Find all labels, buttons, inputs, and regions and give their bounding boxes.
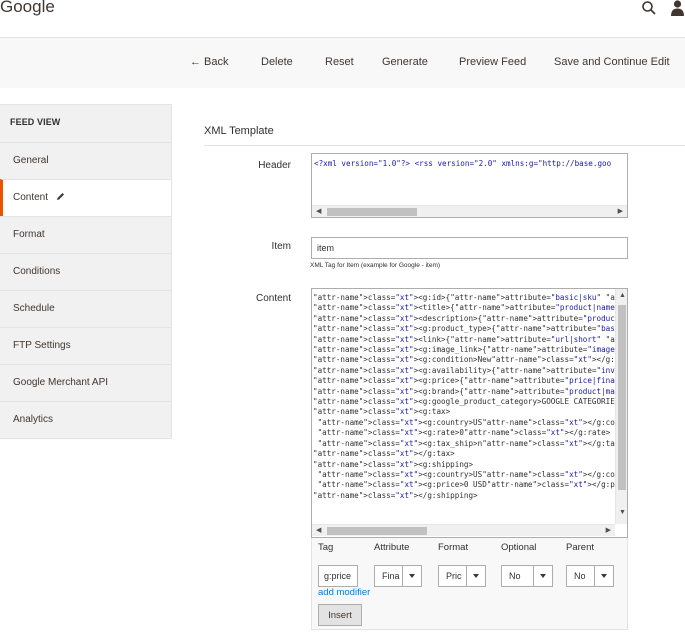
code-line: "attr-name">class="xt"><g:tax_ship>n"att… [317, 438, 615, 448]
item-hint: XML Tag for Item (example for Google - i… [310, 262, 441, 269]
sidebar-item-content[interactable]: Content [0, 179, 171, 216]
code-line: "attr-name">class="xt"><g:image_link>{"a… [313, 345, 615, 355]
code-line: "attr-name">class="xt"><g:price>{"attr-n… [313, 376, 615, 386]
scroll-left-icon[interactable]: ◀ [316, 207, 321, 215]
scroll-down-icon[interactable]: ▼ [619, 509, 626, 516]
scroll-thumb[interactable] [618, 305, 626, 490]
tag-input[interactable]: g:price [318, 565, 358, 587]
code-line: "attr-name">class="xt"><description>{"at… [313, 313, 615, 323]
scroll-thumb[interactable] [327, 208, 417, 216]
header-code: <?xml version="1.0"?> <rss version="2.0"… [314, 159, 612, 168]
code-line: "attr-name">class="xt"><g:product_type>{… [313, 324, 615, 334]
scroll-right-icon[interactable]: ▶ [618, 207, 623, 215]
code-line: "attr-name">class="xt"><g:tax> [313, 407, 451, 417]
sidebar-item-label: Google Merchant API [13, 377, 109, 388]
sidebar-heading: FEED VIEW [10, 117, 61, 127]
item-input-value: item [317, 243, 335, 253]
parent-select-value: No [574, 571, 586, 581]
chevron-down-icon [466, 566, 485, 586]
content-textarea[interactable]: "attr-name">class="xt"><g:id>{"attr-name… [311, 288, 628, 538]
code-line: "attr-name">class="xt"><g:google_product… [313, 397, 615, 407]
search-icon[interactable] [641, 0, 657, 16]
action-toolbar: ← Back Delete Reset Generate Preview Fee… [0, 37, 685, 88]
sidebar-item-google-merchant-api[interactable]: Google Merchant API [0, 364, 171, 401]
add-modifier-link[interactable]: add modifier [318, 587, 370, 598]
tag-input-value: g:price [324, 571, 352, 581]
attribute-select[interactable]: Fina [374, 565, 422, 587]
code-line: "attr-name">class="xt"></g:tax> [313, 449, 455, 459]
pencil-icon [57, 193, 65, 200]
sidebar-item-label: FTP Settings [13, 340, 71, 351]
optional-select[interactable]: No [501, 565, 553, 587]
code-line: "attr-name">class="xt"><g:brand>{"attr-n… [313, 386, 615, 396]
sidebar-item-label: General [13, 155, 49, 166]
item-input[interactable]: item [311, 237, 628, 259]
chevron-down-icon [594, 566, 613, 586]
chevron-down-icon [533, 566, 552, 586]
sidebar-item-label: Format [13, 229, 45, 240]
code-line: "attr-name">class="xt"><g:shipping> [313, 459, 474, 469]
format-select-value: Pric [446, 571, 462, 581]
code-line: "attr-name">class="xt"><g:condition>New"… [313, 355, 615, 365]
item-label: Item [271, 241, 291, 252]
section-title: XML Template [204, 125, 274, 137]
format-select[interactable]: Pric [438, 565, 486, 587]
sidebar-item-schedule[interactable]: Schedule [0, 290, 171, 327]
content-hscrollbar[interactable]: ◀ ▶ [312, 524, 615, 536]
section-divider [204, 145, 685, 146]
back-button[interactable]: ← Back [190, 56, 229, 68]
sidebar-item-general[interactable]: General [0, 142, 171, 179]
header-hscrollbar[interactable]: ◀ ▶ [312, 205, 627, 217]
sidebar-item-ftp-settings[interactable]: FTP Settings [0, 327, 171, 364]
content-code: "attr-name">class="xt"><g:id>{"attr-name… [313, 293, 615, 523]
code-line: "attr-name">class="xt"><g:price>0 USD"at… [317, 480, 615, 490]
generate-button[interactable]: Generate [382, 56, 428, 68]
code-line: "attr-name">class="xt"><g:id>{"attr-name… [313, 293, 615, 302]
header-label: Header [258, 160, 291, 171]
code-line: "attr-name">class="xt"><link>{"attr-name… [313, 334, 615, 344]
code-line: "attr-name">class="xt"><g:country>US"att… [317, 417, 615, 427]
page-title: Google [0, 0, 55, 16]
code-line: "attr-name">class="xt"><title>{"attr-nam… [313, 303, 615, 313]
content-label: Content [255, 293, 291, 304]
code-line: "attr-name">class="xt"></g:shipping> [313, 490, 478, 500]
preview-feed-button[interactable]: Preview Feed [459, 56, 526, 68]
sidebar-item-label: Conditions [13, 266, 61, 277]
delete-button[interactable]: Delete [261, 56, 293, 68]
sidebar-item-label: Analytics [13, 414, 54, 425]
sidebar-item-conditions[interactable]: Conditions [0, 253, 171, 290]
header-textarea[interactable]: <?xml version="1.0"?> <rss version="2.0"… [311, 153, 628, 218]
scroll-left-icon[interactable]: ◀ [316, 526, 321, 534]
tag-header: Tag [318, 542, 334, 553]
sidebar-item-analytics[interactable]: Analytics [0, 401, 171, 438]
feed-view-sidebar: FEED VIEW General Content Format Conditi… [0, 104, 172, 439]
sidebar-item-label: Schedule [13, 303, 55, 314]
chevron-down-icon [402, 566, 421, 586]
save-and-continue-button[interactable]: Save and Continue Edit [554, 56, 670, 68]
modifier-panel: Tag Attribute Format Optional Parent g:p… [311, 538, 628, 630]
attribute-select-value: Fina [382, 571, 400, 581]
code-line: "attr-name">class="xt"><g:country>US"att… [317, 469, 615, 479]
insert-button[interactable]: Insert [318, 604, 362, 626]
format-header: Format [438, 542, 469, 553]
parent-select[interactable]: No [566, 565, 614, 587]
optional-header: Optional [501, 542, 537, 553]
optional-select-value: No [509, 571, 521, 581]
scroll-right-icon[interactable]: ▶ [606, 526, 611, 534]
reset-button[interactable]: Reset [325, 56, 354, 68]
code-line: "attr-name">class="xt"><g:availability>{… [313, 365, 615, 375]
sidebar-item-format[interactable]: Format [0, 216, 171, 253]
content-vscrollbar[interactable]: ▲ ▼ [615, 289, 627, 524]
parent-header: Parent [566, 542, 594, 553]
attribute-header: Attribute [374, 542, 410, 553]
sidebar-item-label: Content [13, 192, 49, 203]
scroll-up-icon[interactable]: ▲ [619, 292, 626, 299]
scroll-thumb[interactable] [327, 527, 427, 535]
code-line: "attr-name">class="xt"><g:rate>0"attr-na… [317, 428, 611, 438]
user-icon[interactable] [670, 0, 685, 16]
